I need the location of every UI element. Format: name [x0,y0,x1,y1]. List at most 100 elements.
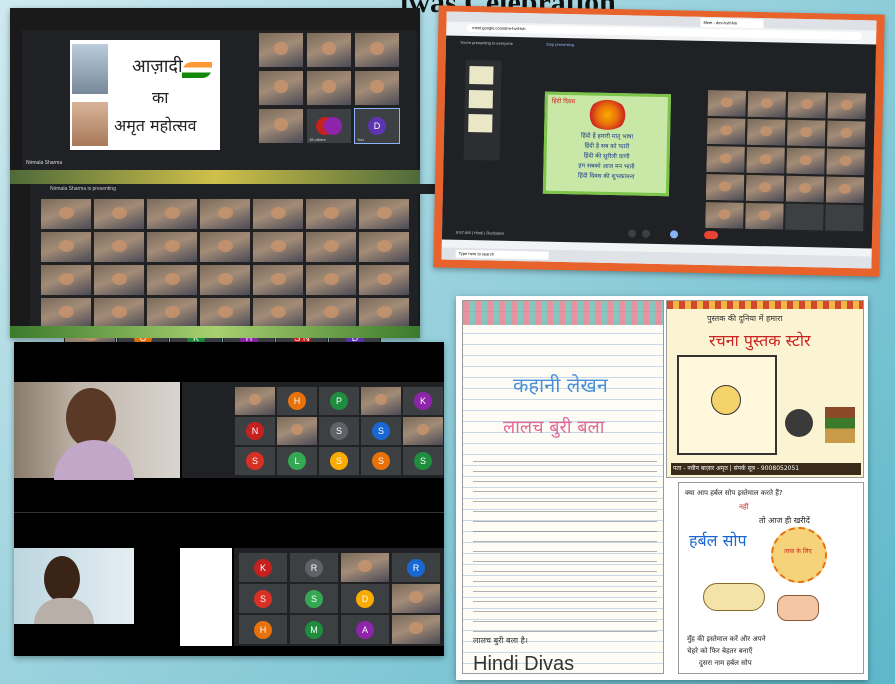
grid-bottom-right: KRRSSDHMA [234,548,444,646]
participant-tile: K [402,386,444,416]
participant-tile [234,386,276,416]
clock-drawing [785,409,813,437]
participant-tile [40,198,92,230]
slide-text-3: अमृत महोत्सव [114,116,197,135]
side-list [182,382,230,478]
participant-tile [93,297,145,329]
participant-tile [40,264,92,296]
participant-tile [786,90,828,120]
participant-tile [305,231,357,263]
avatar: S [330,422,348,440]
participant-tile [199,198,251,230]
screenshot-panel-top-right: Meet - dmr-hvtf-fvh meet.google.com/dmr-… [433,5,885,277]
participant-tile [354,32,400,68]
book-store-ad: पुस्तक की दुनिया में हमारा रचना पुस्तक स… [666,300,864,478]
participant-tile: S [360,446,402,476]
soap-bar [703,583,765,611]
participant-tile [199,264,251,296]
presenter-name: Nirmala Sharma [26,160,63,166]
participant-tile [704,200,745,230]
thumb[interactable] [468,114,493,133]
participant-tile [146,297,198,329]
participant-tile [826,91,868,121]
avatar: S [246,452,264,470]
avatar: D [368,117,386,135]
participant-tile [306,70,352,106]
footer-gradient [10,170,420,184]
participant-tile [252,297,304,329]
end-call-button[interactable] [703,230,719,240]
thumb[interactable] [469,66,494,85]
person-body [54,440,134,480]
soap-answer-buy: तो आज ही खरीदें [759,516,810,525]
participant-tile: S [318,446,360,476]
meeting-label: Hindi | Recitation [473,230,505,236]
grid-top-right: HPKNSSSLSSS [230,382,444,478]
participant-tile: S [234,446,276,476]
avatar: R [305,558,323,577]
participant-tile [391,583,441,614]
avatar: H [254,620,272,639]
participant-tile [785,146,826,176]
hand-drawing [777,595,819,621]
story-title: कहानी लेखन [513,373,608,397]
participant-tile [146,231,198,263]
story-page: कहानी लेखन लालच बुरी बला लालच बुरी बला ह… [462,300,664,675]
participant-tile: H [276,386,318,416]
stop-presenting-button[interactable]: Stop presenting [546,42,574,48]
avatar: K [414,392,432,410]
participant-tile [252,198,304,230]
participant-tile: L [276,446,318,476]
participant-tile [402,416,444,446]
soap-title: हर्बल सोप [689,531,747,550]
present-button[interactable] [669,230,679,239]
participant-tile [825,119,867,149]
thumb[interactable] [468,90,494,109]
participant-tile [199,231,251,263]
taskbar-search[interactable]: Type here to search [455,249,549,260]
soap-bottom-1: मुँह की इस्तेमाल करें और अपने [687,635,766,643]
slide-thumbnails [463,59,502,161]
participant-tile [305,198,357,230]
participant-tile [705,144,746,174]
meet-window-bottom: Nirmala Sharma is presenting ODIVYANSH S… [30,184,438,350]
participant-tile [93,264,145,296]
train-image [72,44,108,94]
participant-tile [358,231,410,263]
participant-tile [305,264,357,296]
avatar: K [254,558,272,577]
person [44,556,80,602]
participant-tile: S [402,446,444,476]
boy-headphones-video [14,548,134,624]
camera-button[interactable] [641,229,651,238]
soap-badge-text: त्वचा के लिए [784,548,812,555]
avatar: S [330,452,348,470]
participant-tile: H [238,614,288,645]
soap-question: क्या आप हर्बल सोप इस्तेमाल करते हैं? [685,489,783,497]
avatar: L [288,452,306,470]
story-subtitle: लालच बुरी बला [503,417,605,438]
browser-window: Meet - dmr-hvtf-fvh meet.google.com/dmr-… [441,11,877,269]
active-tab[interactable]: Meet - dmr-hvtf-fvh [700,17,764,29]
mic-button[interactable] [627,229,637,238]
participant-tile [705,116,747,146]
caption-hindi-divas: Hindi Divas [473,653,575,675]
soap-badge-circle [771,527,827,583]
participant-tile [93,198,145,230]
participant-tile [744,173,786,203]
participant-tile: K [238,552,288,583]
person [66,388,116,448]
story-text [473,457,657,633]
participant-tile [146,198,198,230]
slide-text-1: आज़ादी [132,56,183,77]
slide-text-2: का [152,88,169,107]
meet-window-top: आज़ादी का अमृत महोत्सव Nirmala Sharma 16… [22,30,417,170]
story-end: लालच बुरी बला है। [473,636,528,645]
shared-slide: आज़ादी का अमृत महोत्सव [70,40,220,150]
poem-slide: हिंदी दिवस हिंदी हैं हमारी मातृ भाषा हिंद… [542,91,671,197]
hand-image [72,102,108,146]
avatar: M [305,620,323,639]
poem-line: हिंदी दिवस की शुभकामना [577,172,635,181]
avatar: D [356,589,374,608]
participant-tile [252,264,304,296]
